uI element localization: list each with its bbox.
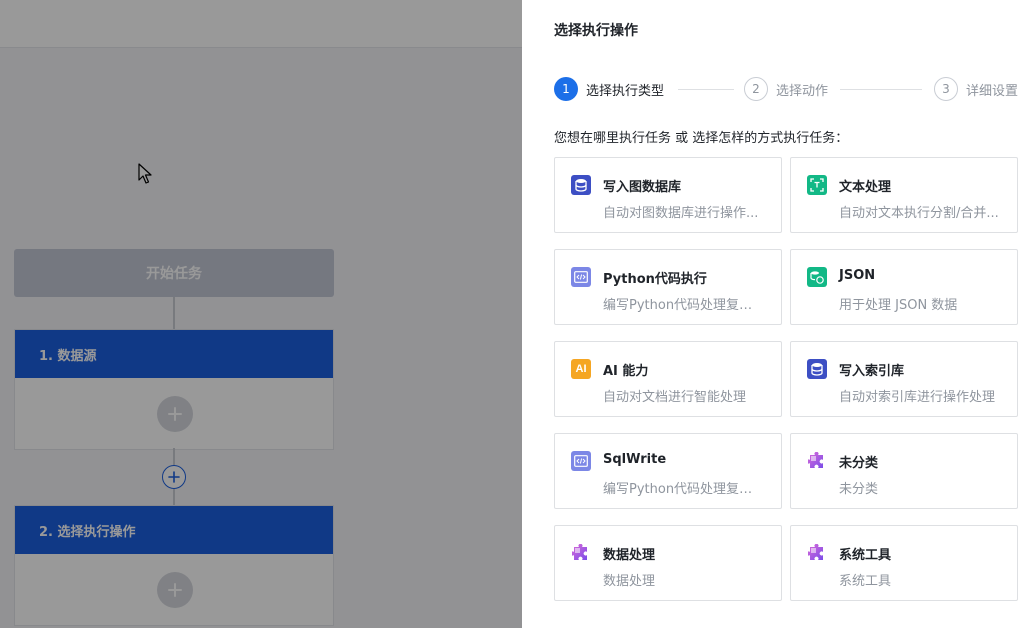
card-title: 系统工具: [839, 548, 892, 563]
modal-overlay[interactable]: [0, 0, 522, 628]
card-title: AI 能力: [603, 364, 649, 379]
card-description: 自动对文档进行智能处理: [603, 390, 747, 405]
text-scan-icon: [807, 175, 827, 195]
card-title: 文本处理: [839, 180, 892, 195]
card-title: 数据处理: [603, 548, 656, 563]
step-divider: [678, 89, 734, 90]
card-description: 未分类: [839, 482, 879, 497]
card-description: 自动对文本执行分割/合并...: [839, 206, 999, 221]
card-data-processing[interactable]: 数据处理 数据处理: [554, 525, 782, 601]
puzzle-icon: [807, 543, 827, 563]
card-write-graph-db[interactable]: 写入图数据库 自动对图数据库进行操作...: [554, 157, 782, 233]
card-write-index[interactable]: 写入索引库 自动对索引库进行操作处理: [790, 341, 1018, 417]
step-2: 2 选择动作: [744, 77, 828, 101]
step-number: 1: [554, 77, 578, 101]
card-sqlwrite[interactable]: SqlWrite 编写Python代码处理复杂...: [554, 433, 782, 509]
card-description: 编写Python代码处理复杂...: [603, 298, 763, 313]
card-system-tools[interactable]: 系统工具 系统工具: [790, 525, 1018, 601]
card-ai-capability[interactable]: AI AI 能力 自动对文档进行智能处理: [554, 341, 782, 417]
code-icon: [571, 451, 591, 471]
select-action-drawer: 选择执行操作 1 选择执行类型 2 选择动作 3 详细设置 您想在哪里执行任务 …: [522, 0, 1026, 628]
card-title: 未分类: [839, 456, 879, 471]
card-title: 写入索引库: [839, 364, 905, 379]
card-json[interactable]: JSON 用于处理 JSON 数据: [790, 249, 1018, 325]
step-label: 详细设置: [966, 83, 1019, 99]
card-uncategorized[interactable]: 未分类 未分类: [790, 433, 1018, 509]
step-label: 选择执行类型: [586, 83, 665, 99]
card-description: 系统工具: [839, 574, 892, 589]
step-1: 1 选择执行类型: [554, 77, 664, 101]
card-title: 写入图数据库: [603, 180, 682, 195]
step-number: 2: [744, 77, 768, 101]
drawer-title: 选择执行操作: [554, 23, 638, 39]
database-icon: [571, 175, 591, 195]
card-text-processing[interactable]: 文本处理 自动对文本执行分割/合并...: [790, 157, 1018, 233]
step-indicator: 1 选择执行类型 2 选择动作 3 详细设置: [554, 77, 1018, 101]
instruction-text: 您想在哪里执行任务 或 选择怎样的方式执行任务：: [554, 131, 849, 146]
database-icon: [807, 359, 827, 379]
card-description: 数据处理: [603, 574, 656, 589]
step-number: 3: [934, 77, 958, 101]
puzzle-icon: [807, 451, 827, 471]
json-icon: [807, 267, 827, 287]
puzzle-icon: [571, 543, 591, 563]
card-description: 自动对图数据库进行操作...: [603, 206, 759, 221]
card-description: 用于处理 JSON 数据: [839, 298, 958, 313]
step-label: 选择动作: [776, 83, 829, 99]
ai-icon: AI: [571, 359, 591, 379]
step-divider: [840, 89, 922, 90]
card-python-exec[interactable]: Python代码执行 编写Python代码处理复杂...: [554, 249, 782, 325]
card-title: SqlWrite: [603, 452, 667, 467]
card-description: 编写Python代码处理复杂...: [603, 482, 763, 497]
step-3: 3 详细设置: [934, 77, 1018, 101]
card-title: JSON: [839, 268, 876, 283]
card-description: 自动对索引库进行操作处理: [839, 390, 996, 405]
code-icon: [571, 267, 591, 287]
card-title: Python代码执行: [603, 272, 707, 287]
